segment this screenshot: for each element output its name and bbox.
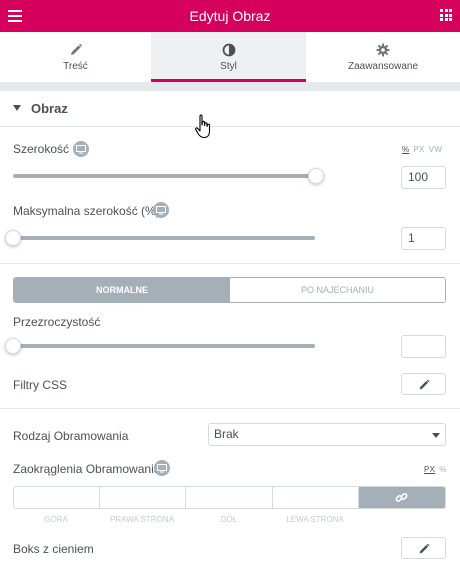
width-input[interactable]: 100: [401, 166, 446, 189]
responsive-desktop-icon[interactable]: [73, 141, 89, 157]
max-width-input[interactable]: 1: [401, 227, 446, 250]
box-shadow-label: Boks z cieniem: [13, 542, 94, 556]
caret-down-icon: [13, 105, 21, 111]
tabs-separator: [0, 82, 460, 91]
section-title: Obraz: [31, 101, 68, 116]
editor-tabs: Treść Styl Zaawansowane: [0, 32, 460, 82]
radius-bottom-input[interactable]: [186, 487, 273, 508]
link-values-button[interactable]: [359, 487, 445, 508]
border-type-label: Rodzaj Obramowania: [13, 429, 129, 443]
unit-percent[interactable]: %: [439, 465, 446, 474]
width-slider-track[interactable]: [13, 174, 315, 178]
radius-top-label: GÓRA: [44, 515, 68, 524]
width-unit-switcher: % PX VW: [398, 145, 442, 154]
css-filters-edit-button[interactable]: [401, 373, 446, 395]
max-width-label: Maksymalna szerokość (%): [13, 204, 160, 218]
state-normal-tab[interactable]: NORMALNE: [14, 278, 230, 302]
opacity-input[interactable]: [401, 335, 446, 358]
state-toggle: NORMALNE PO NAJECHANIU: [13, 277, 446, 303]
pencil-icon: [70, 43, 82, 55]
max-width-slider-handle[interactable]: [5, 230, 21, 246]
radius-left-label: LEWA STRONA: [286, 515, 344, 524]
panel-header: Edytuj Obraz: [0, 0, 460, 32]
radius-right-input[interactable]: [100, 487, 186, 508]
max-width-slider-track[interactable]: [13, 236, 315, 240]
chevron-down-icon: [432, 433, 440, 438]
opacity-label: Przezroczystość: [13, 315, 101, 329]
divider: [0, 263, 460, 264]
unit-px[interactable]: PX: [413, 145, 424, 154]
responsive-desktop-icon[interactable]: [153, 202, 169, 218]
radius-left-input[interactable]: [273, 487, 359, 508]
opacity-slider-track[interactable]: [13, 344, 315, 348]
responsive-desktop-icon[interactable]: [154, 460, 170, 476]
width-slider-handle[interactable]: [308, 168, 324, 184]
pencil-icon: [419, 379, 430, 390]
unit-percent[interactable]: %: [402, 145, 409, 154]
radius-top-input[interactable]: [14, 487, 100, 508]
opacity-slider-handle[interactable]: [5, 338, 21, 354]
radius-right-label: PRAWA STRONA: [110, 515, 174, 524]
tab-content-label: Treść: [63, 61, 88, 72]
tab-content[interactable]: Treść: [0, 32, 151, 82]
grid-icon[interactable]: [440, 9, 452, 21]
border-type-value: Brak: [214, 427, 239, 441]
panel-title: Edytuj Obraz: [189, 8, 271, 24]
gear-icon: [376, 43, 390, 57]
half-circle-icon: [222, 43, 235, 57]
border-type-select[interactable]: Brak: [208, 423, 446, 446]
tab-style-label: Styl: [220, 61, 237, 72]
border-radius-dimensions: [13, 486, 446, 509]
tab-advanced[interactable]: Zaawansowane: [306, 32, 460, 82]
divider: [0, 408, 460, 409]
tab-advanced-label: Zaawansowane: [347, 61, 419, 72]
unit-px[interactable]: PX: [424, 465, 435, 474]
border-radius-label: Zaokrąglenia Obramowania: [13, 462, 161, 476]
border-radius-unit-switcher: PX%: [420, 465, 447, 474]
radius-bottom-label: DÓŁ: [220, 515, 238, 524]
pencil-icon: [419, 543, 430, 554]
css-filters-label: Filtry CSS: [13, 378, 67, 392]
box-shadow-edit-button[interactable]: [401, 537, 446, 559]
link-icon: [395, 492, 408, 503]
width-label: Szerokość: [13, 142, 70, 156]
state-hover-tab[interactable]: PO NAJECHANIU: [230, 278, 445, 302]
unit-vw[interactable]: VW: [429, 145, 443, 154]
tab-style[interactable]: Styl: [151, 32, 306, 82]
hand-cursor-icon: [195, 114, 211, 139]
section-toggle-image[interactable]: Obraz: [0, 91, 460, 127]
